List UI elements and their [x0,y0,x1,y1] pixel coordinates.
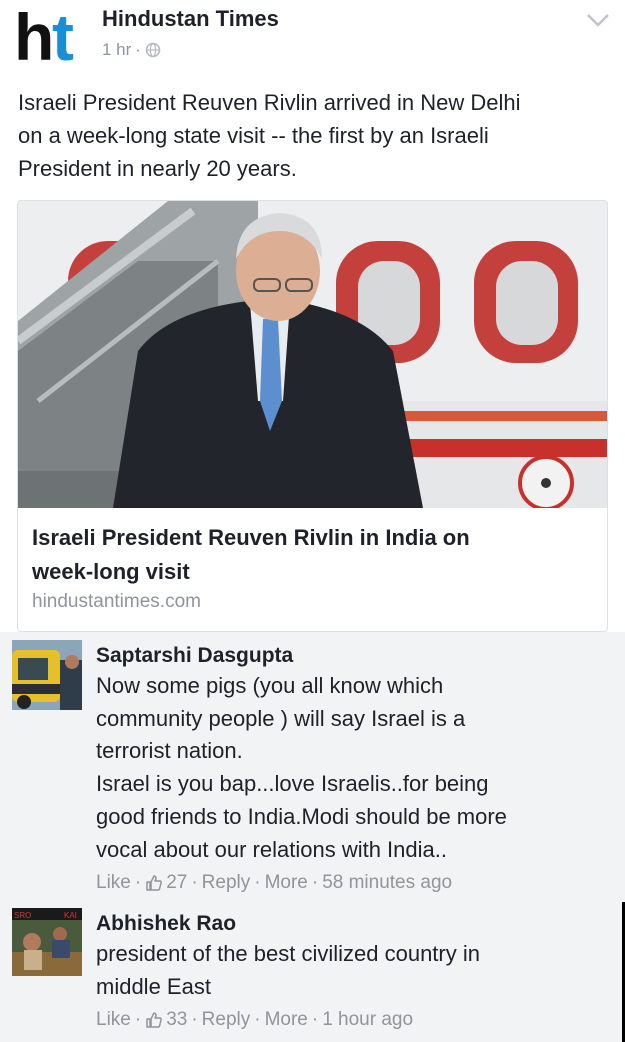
comment-text: president of the best civilized country … [96,938,611,1003]
comment-time[interactable]: 58 minutes ago [322,872,452,894]
comment-body: Abhishek Rao president of the best civil… [96,910,611,1031]
separator: · [254,872,261,894]
separator: · [191,1009,198,1031]
link-title-line: week-long visit [32,559,190,584]
svg-text:SRO: SRO [14,911,31,920]
comment-author[interactable]: Saptarshi Dasgupta [96,642,611,670]
post-text-line: President in nearly 20 years. [18,156,297,181]
separator: · [134,1009,142,1031]
reply-button[interactable]: Reply [202,872,251,894]
comment-text-line: middle East [96,973,211,999]
post-time[interactable]: 1 hr [102,40,131,60]
comment-author[interactable]: Abhishek Rao [96,910,611,938]
comment-text-line: vocal about our relations with India.. [96,836,447,862]
like-button[interactable]: Like [96,872,131,894]
separator: · [134,872,142,894]
post-text-line: Israeli President Reuven Rivlin arrived … [18,90,521,115]
comment-time[interactable]: 1 hour ago [322,1009,413,1031]
thumbs-up-icon [146,875,163,891]
comment-body: Saptarshi Dasgupta Now some pigs (you al… [96,642,611,894]
post-header: h t Hindustan Times 1 hr · [0,0,625,78]
svg-text:h: h [14,6,51,66]
like-count[interactable]: 33 [145,1009,187,1031]
more-button[interactable]: More [265,872,308,894]
link-preview-card[interactable]: Israeli President Reuven Rivlin in India… [17,200,608,632]
comment-text-line: president of the best civilized country … [96,941,480,966]
svg-text:t: t [52,6,74,66]
separator: · [311,1009,319,1031]
like-button[interactable]: Like [96,1009,131,1031]
page-name[interactable]: Hindustan Times [102,6,279,32]
globe-icon [145,42,161,58]
hindustan-times-logo[interactable]: h t [14,6,90,66]
comment-text-line: terrorist nation. [96,738,243,764]
reply-button[interactable]: Reply [202,1009,251,1031]
comment-text: Now some pigs (you all know which commun… [96,670,611,866]
chevron-down-icon[interactable] [585,10,611,30]
separator: · [254,1009,261,1031]
comment: Saptarshi Dasgupta Now some pigs (you al… [0,632,625,902]
thumbs-up-icon [146,1012,163,1029]
comments-section: Saptarshi Dasgupta Now some pigs (you al… [0,632,625,1042]
link-title-line: Israeli President Reuven Rivlin in India… [32,525,470,550]
link-domain: hindustantimes.com [32,591,201,612]
post-meta: 1 hr · [102,40,161,60]
comment-actions: Like · 27 · Reply · More · 58 minutes ag… [96,872,611,894]
like-count-value: 33 [166,1009,188,1031]
link-title[interactable]: Israeli President Reuven Rivlin in India… [32,521,592,589]
svg-text:KAI: KAI [64,911,77,920]
comment-text-line: Israel is you bap...love Israelis..for b… [96,771,489,797]
comment: SRO KAI Abhishek Rao president of the be… [0,902,625,1042]
article-photo[interactable] [18,201,608,508]
separator: · [311,872,319,894]
comment-text-line: good friends to India.Modi should be mor… [96,803,507,829]
post-text-line: on a week-long state visit -- the first … [18,123,489,148]
avatar[interactable] [12,640,82,710]
avatar[interactable]: SRO KAI [12,908,82,976]
post-text: Israeli President Reuven Rivlin arrived … [18,86,613,185]
comment-text-line: community people ) will say Israel is a [96,705,466,731]
comment-actions: Like · 33 · Reply · More · 1 hour ago [96,1009,611,1031]
more-button[interactable]: More [265,1009,308,1031]
separator: · [191,872,198,894]
comment-text-line: Now some pigs (you all know which [96,673,444,698]
meta-separator: · [135,40,141,59]
like-count[interactable]: 27 [145,872,187,894]
like-count-value: 27 [166,872,188,894]
